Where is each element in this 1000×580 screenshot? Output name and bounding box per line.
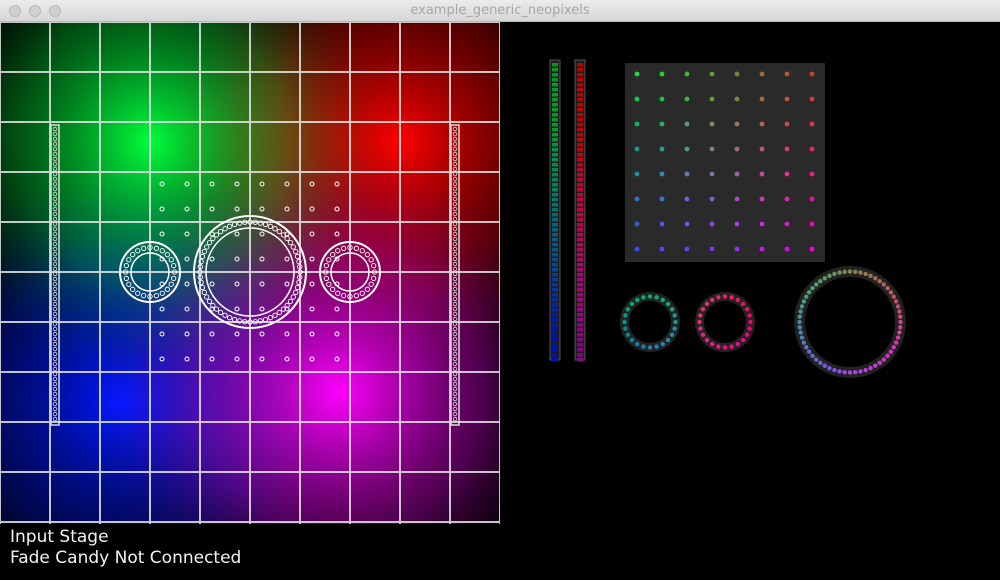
led-mapping-overlay	[0, 22, 500, 524]
grid-lines	[0, 22, 500, 524]
output-preview-area	[549, 59, 906, 378]
stage-label: Input Stage	[10, 527, 109, 547]
ring-preview-left	[620, 292, 680, 352]
input-stage-canvas[interactable]	[0, 22, 500, 524]
window-titlebar: example_generic_neopixels	[0, 0, 1000, 22]
ring-preview-middle	[695, 292, 755, 352]
right-strip	[450, 124, 460, 426]
ring-preview-large	[794, 266, 906, 378]
strip-preview-right	[574, 59, 586, 362]
connection-status: Fade Candy Not Connected	[10, 548, 242, 568]
left-strip	[50, 124, 60, 426]
matrix-preview	[625, 63, 825, 262]
strip-preview-left	[549, 59, 561, 362]
window-title: example_generic_neopixels	[410, 3, 590, 18]
